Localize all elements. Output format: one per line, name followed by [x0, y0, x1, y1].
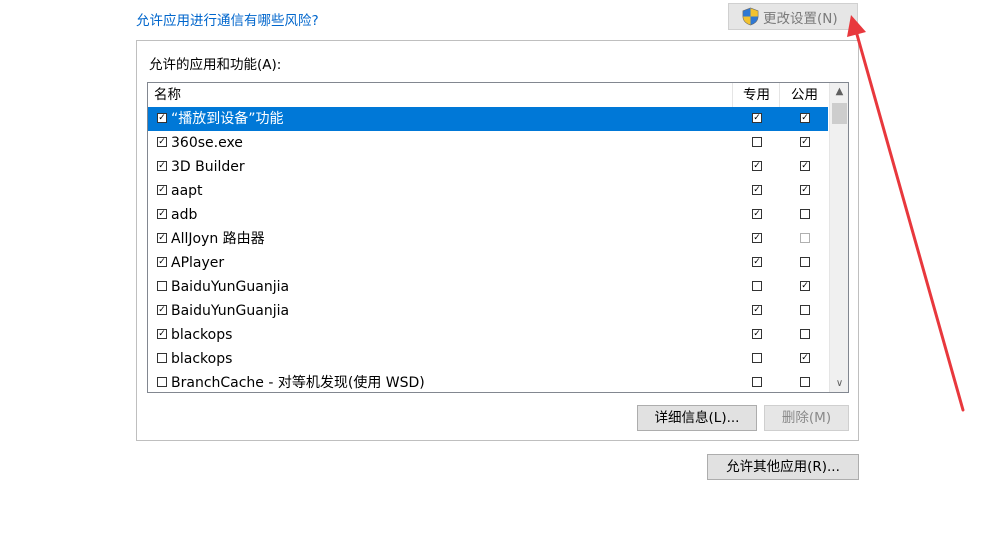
public-network-checkbox[interactable]	[800, 233, 810, 243]
private-network-checkbox[interactable]	[752, 161, 762, 171]
list-scrollbar[interactable]: ▲ ∨	[829, 83, 848, 392]
allowed-apps-label: 允许的应用和功能(A):	[149, 57, 282, 73]
app-enabled-checkbox[interactable]	[157, 353, 167, 363]
private-network-checkbox[interactable]	[752, 329, 762, 339]
column-header-private[interactable]: 专用	[732, 83, 780, 107]
private-network-checkbox[interactable]	[752, 281, 762, 291]
list-item[interactable]: BaiduYunGuanjia	[148, 299, 828, 323]
public-network-checkbox[interactable]	[800, 353, 810, 363]
app-name: BaiduYunGuanjia	[171, 303, 290, 319]
app-name: BaiduYunGuanjia	[171, 279, 290, 295]
app-enabled-checkbox[interactable]	[157, 209, 167, 219]
column-header-public[interactable]: 公用	[779, 83, 829, 107]
scroll-down-arrow-icon[interactable]: ∨	[830, 375, 848, 392]
app-enabled-checkbox[interactable]	[157, 305, 167, 315]
list-item[interactable]: 360se.exe	[148, 131, 828, 155]
app-enabled-checkbox[interactable]	[157, 329, 167, 339]
public-network-checkbox[interactable]	[800, 137, 810, 147]
list-item[interactable]: BranchCache - 对等机发现(使用 WSD)	[148, 371, 828, 392]
list-item[interactable]: aapt	[148, 179, 828, 203]
app-name: aapt	[171, 183, 203, 199]
app-enabled-checkbox[interactable]	[157, 113, 167, 123]
private-network-checkbox[interactable]	[752, 137, 762, 147]
scroll-thumb[interactable]	[832, 103, 847, 124]
app-name: AllJoyn 路由器	[171, 231, 265, 247]
list-item[interactable]: blackops	[148, 347, 828, 371]
app-enabled-checkbox[interactable]	[157, 233, 167, 243]
column-header-name[interactable]: 名称	[154, 83, 181, 107]
list-item[interactable]: AllJoyn 路由器	[148, 227, 828, 251]
private-network-checkbox[interactable]	[752, 209, 762, 219]
app-name: adb	[171, 207, 198, 223]
app-name: blackops	[171, 327, 233, 343]
public-network-checkbox[interactable]	[800, 209, 810, 219]
delete-button[interactable]: 删除(M)	[764, 405, 849, 431]
public-network-checkbox[interactable]	[800, 281, 810, 291]
app-name: “播放到设备”功能	[171, 111, 284, 127]
private-network-checkbox[interactable]	[752, 257, 762, 267]
public-network-checkbox[interactable]	[800, 329, 810, 339]
public-network-checkbox[interactable]	[800, 305, 810, 315]
private-network-checkbox[interactable]	[752, 185, 762, 195]
list-item[interactable]: BaiduYunGuanjia	[148, 275, 828, 299]
list-header: 名称 专用 公用	[148, 83, 828, 108]
allowed-apps-group: 允许的应用和功能(A): 名称 专用 公用 “播放到设备”功能 360se.exe…	[136, 40, 859, 441]
private-network-checkbox[interactable]	[752, 353, 762, 363]
details-button[interactable]: 详细信息(L)...	[637, 405, 757, 431]
list-item[interactable]: blackops	[148, 323, 828, 347]
public-network-checkbox[interactable]	[800, 377, 810, 387]
allow-other-app-button[interactable]: 允许其他应用(R)...	[707, 454, 859, 480]
list-item[interactable]: adb	[148, 203, 828, 227]
change-settings-button[interactable]: 更改设置(N)	[728, 3, 858, 30]
uac-shield-icon	[742, 7, 759, 26]
public-network-checkbox[interactable]	[800, 257, 810, 267]
app-name: 360se.exe	[171, 135, 243, 151]
private-network-checkbox[interactable]	[752, 377, 762, 387]
list-item[interactable]: APlayer	[148, 251, 828, 275]
scroll-up-arrow-icon[interactable]: ▲	[830, 83, 848, 100]
app-enabled-checkbox[interactable]	[157, 377, 167, 387]
app-name: APlayer	[171, 255, 225, 271]
private-network-checkbox[interactable]	[752, 233, 762, 243]
app-name: blackops	[171, 351, 233, 367]
app-name: BranchCache - 对等机发现(使用 WSD)	[171, 375, 425, 391]
private-network-checkbox[interactable]	[752, 113, 762, 123]
public-network-checkbox[interactable]	[800, 113, 810, 123]
app-enabled-checkbox[interactable]	[157, 161, 167, 171]
app-name: 3D Builder	[171, 159, 245, 175]
allowed-apps-list[interactable]: 名称 专用 公用 “播放到设备”功能 360se.exe 3D Builder aap…	[147, 82, 849, 393]
app-enabled-checkbox[interactable]	[157, 281, 167, 291]
app-enabled-checkbox[interactable]	[157, 185, 167, 195]
change-settings-label: 更改设置(N)	[763, 10, 838, 27]
list-item[interactable]: “播放到设备”功能	[148, 107, 828, 131]
public-network-checkbox[interactable]	[800, 185, 810, 195]
app-enabled-checkbox[interactable]	[157, 137, 167, 147]
list-item[interactable]: 3D Builder	[148, 155, 828, 179]
risk-info-link[interactable]: 允许应用进行通信有哪些风险?	[136, 9, 319, 29]
app-enabled-checkbox[interactable]	[157, 257, 167, 267]
private-network-checkbox[interactable]	[752, 305, 762, 315]
list-rows: “播放到设备”功能 360se.exe 3D Builder aapt adb AllJo…	[148, 107, 828, 392]
public-network-checkbox[interactable]	[800, 161, 810, 171]
